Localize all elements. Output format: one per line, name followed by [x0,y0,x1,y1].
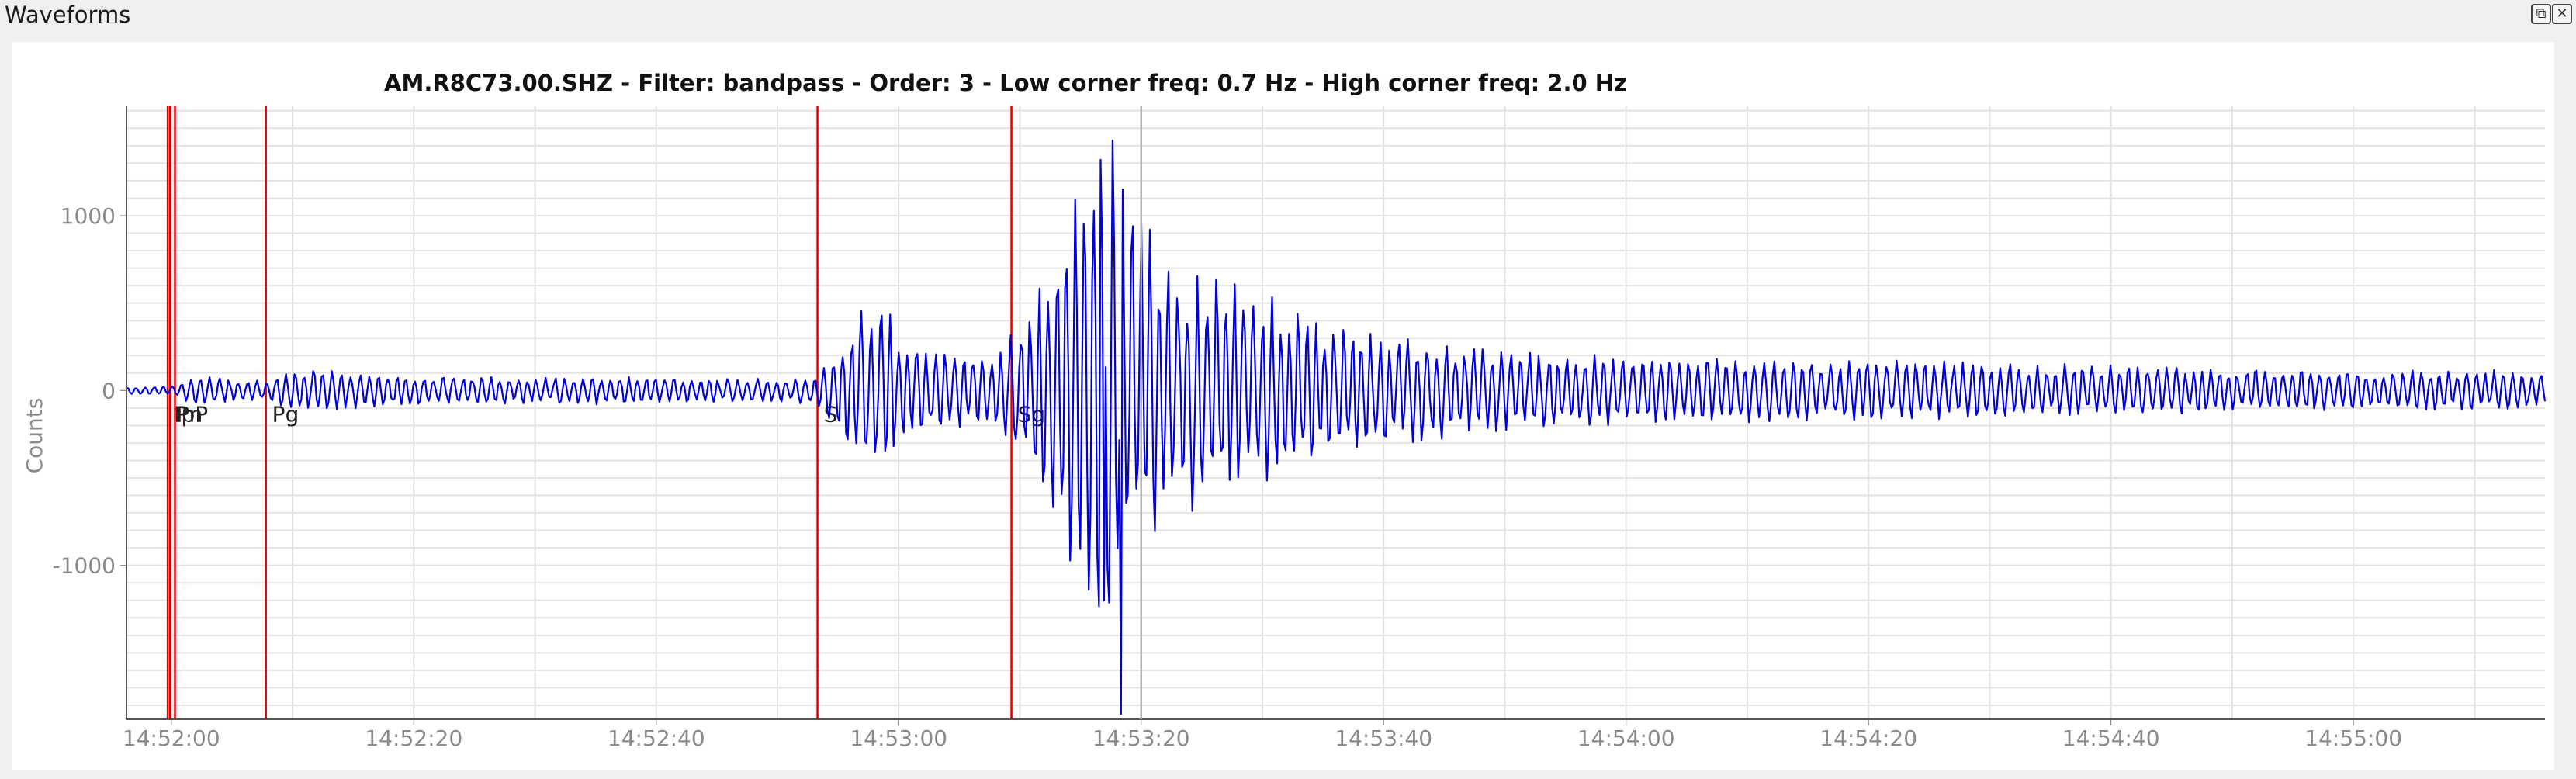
x-tick-label: 14:52:00 [123,725,220,751]
y-tick-label: 0 [102,378,116,403]
window-titlebar: Waveforms ⧉ ✕ [0,0,2576,31]
restore-window-icon[interactable]: ⧉ [2531,4,2551,24]
y-tick-label: 1000 [61,203,116,229]
y-axis-label: Counts [22,398,47,474]
x-tick-label: 14:53:20 [1092,725,1190,751]
waveform-trace [126,139,2547,715]
close-window-icon[interactable]: ✕ [2552,4,2572,24]
x-tick-label: 14:54:00 [1577,725,1675,751]
pick-label-pP: pP [181,401,208,427]
chart-title: AM.R8C73.00.SHZ - Filter: bandpass - Ord… [384,70,1627,96]
y-tick-labels: 1000 0 -1000 [53,203,126,579]
x-tick-label: 14:55:00 [2304,725,2402,751]
x-tick-label: 14:53:00 [850,725,947,751]
pick-label-Pg: Pg [272,401,299,427]
waveform-chart: AM.R8C73.00.SHZ - Filter: bandpass - Ord… [22,70,2547,751]
x-tick-label: 14:52:40 [608,725,705,751]
x-tick-label: 14:53:40 [1335,725,1432,751]
x-tick-label: 14:52:20 [365,725,462,751]
waveform-plot-panel: AM.R8C73.00.SHZ - Filter: bandpass - Ord… [12,42,2554,770]
x-tick-label: 14:54:40 [2062,725,2160,751]
y-tick-label: -1000 [53,553,116,579]
window-title: Waveforms [5,2,131,28]
x-tick-labels: 14:52:00 14:52:20 14:52:40 14:53:00 14:53:20… [123,719,2402,751]
x-tick-label: 14:54:20 [1819,725,1917,751]
